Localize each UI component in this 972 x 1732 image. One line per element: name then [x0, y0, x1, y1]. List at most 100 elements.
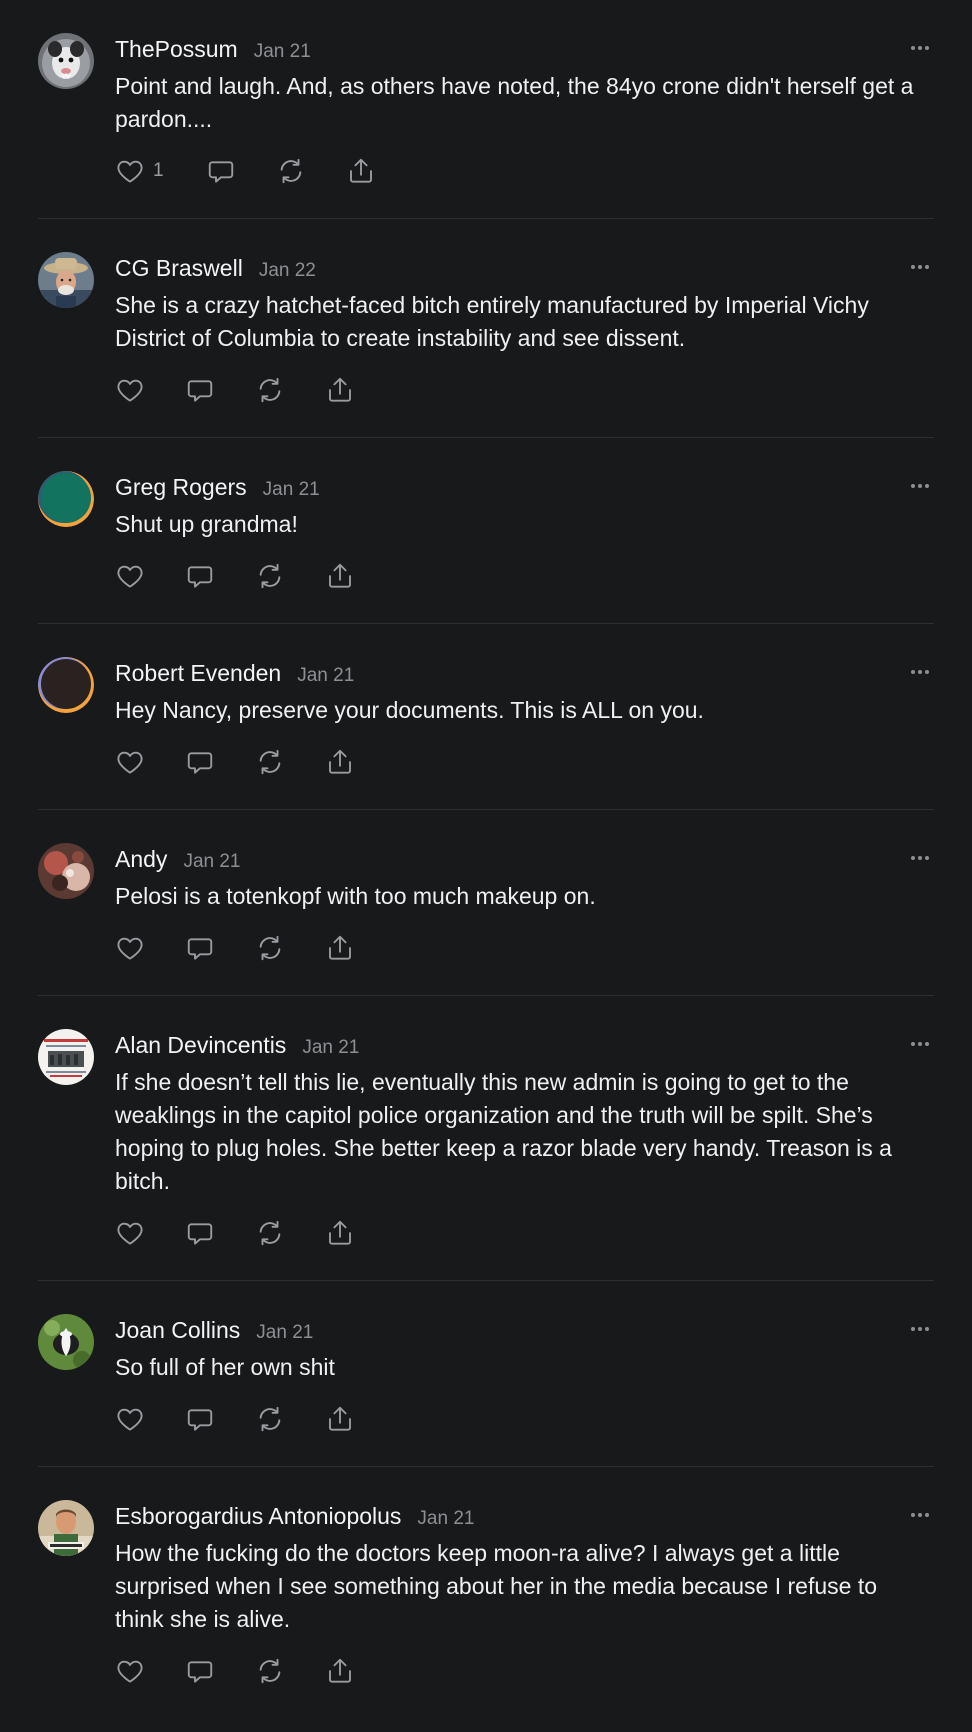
comment-actions — [115, 931, 934, 965]
share-button[interactable] — [325, 1218, 355, 1248]
meme-avatar-image — [38, 1029, 94, 1085]
share-button[interactable] — [325, 747, 355, 777]
share-button[interactable] — [325, 375, 355, 405]
comment-bubble-icon — [187, 380, 213, 402]
comment-date[interactable]: Jan 21 — [302, 1032, 359, 1064]
author-name[interactable]: Robert Evenden — [115, 657, 281, 689]
avatar[interactable] — [38, 1500, 94, 1556]
more-dots-icon[interactable] — [906, 1500, 934, 1530]
comment-date[interactable]: Jan 22 — [259, 255, 316, 287]
author-name[interactable]: Esborogardius Antoniopolus — [115, 1500, 401, 1532]
restack-icon — [259, 935, 281, 961]
comment: CG Braswell Jan 22 She is a crazy hatche… — [38, 219, 934, 438]
comment-content: Robert Evenden Jan 21 Hey Nancy, preserv… — [115, 657, 934, 779]
reply-button[interactable] — [185, 1404, 215, 1434]
restack-icon — [259, 563, 281, 589]
restack-button[interactable] — [255, 561, 285, 591]
author-name[interactable]: ThePossum — [115, 33, 238, 65]
comment-actions — [115, 1654, 934, 1688]
avatar[interactable] — [38, 1029, 94, 1085]
heart-icon — [117, 937, 143, 960]
share-icon — [349, 158, 372, 183]
heart-icon — [117, 751, 143, 774]
share-icon — [329, 1658, 351, 1683]
comment-content: Joan Collins Jan 21 So full of her own s… — [115, 1314, 934, 1436]
share-icon — [329, 935, 351, 960]
comment-text: Shut up grandma! — [115, 511, 298, 537]
comment: ThePossum Jan 21 Point and laugh. And, a… — [38, 0, 934, 219]
comment-content: ThePossum Jan 21 Point and laugh. And, a… — [115, 33, 934, 188]
comments-feed: ThePossum Jan 21 Point and laugh. And, a… — [38, 0, 934, 1732]
comment-header: Joan Collins Jan 21 — [115, 1314, 934, 1346]
more-dots-icon[interactable] — [906, 843, 934, 873]
share-icon — [329, 749, 351, 774]
share-button[interactable] — [346, 156, 376, 186]
author-name[interactable]: CG Braswell — [115, 252, 243, 284]
avatar[interactable] — [38, 657, 94, 713]
avatar[interactable] — [38, 843, 94, 899]
like-button[interactable] — [115, 1218, 145, 1248]
avatar[interactable] — [38, 252, 94, 308]
reply-button[interactable] — [185, 375, 215, 405]
like-button[interactable] — [115, 933, 145, 963]
reply-button[interactable] — [185, 1656, 215, 1686]
avatar[interactable] — [38, 471, 94, 527]
more-dots-icon[interactable] — [906, 252, 934, 282]
share-button[interactable] — [325, 933, 355, 963]
comment: Alan Devincentis Jan 21 If she doesn’t t… — [38, 996, 934, 1281]
comment-actions: 1 — [115, 154, 934, 188]
comment-date[interactable]: Jan 21 — [263, 474, 320, 506]
comment-date[interactable]: Jan 21 — [183, 846, 240, 878]
comment-header: Esborogardius Antoniopolus Jan 21 — [115, 1500, 934, 1532]
share-button[interactable] — [325, 561, 355, 591]
avatar[interactable] — [38, 33, 94, 89]
author-name[interactable]: Greg Rogers — [115, 471, 247, 503]
restack-button[interactable] — [255, 1404, 285, 1434]
comment-date[interactable]: Jan 21 — [297, 660, 354, 692]
comment-date[interactable]: Jan 21 — [417, 1503, 474, 1535]
like-button[interactable] — [115, 747, 145, 777]
reply-button[interactable] — [185, 561, 215, 591]
like-button[interactable] — [115, 561, 145, 591]
more-dots-icon[interactable] — [906, 471, 934, 501]
like-button[interactable] — [115, 1404, 145, 1434]
restack-button[interactable] — [255, 375, 285, 405]
comment-bubble-icon — [187, 1661, 213, 1683]
reply-button[interactable] — [185, 933, 215, 963]
author-name[interactable]: Andy — [115, 843, 167, 875]
like-count: 1 — [153, 160, 164, 181]
like-button[interactable] — [115, 375, 145, 405]
restack-button[interactable] — [255, 747, 285, 777]
more-dots-icon[interactable] — [906, 33, 934, 63]
restack-button[interactable] — [276, 156, 306, 186]
more-dots-icon[interactable] — [906, 657, 934, 687]
comment: Robert Evenden Jan 21 Hey Nancy, preserv… — [38, 624, 934, 810]
like-button[interactable]: 1 — [115, 156, 164, 186]
restack-button[interactable] — [255, 1218, 285, 1248]
comment-text: How the fucking do the doctors keep moon… — [115, 1540, 878, 1632]
reply-button[interactable] — [185, 747, 215, 777]
author-name[interactable]: Alan Devincentis — [115, 1029, 286, 1061]
reply-button[interactable] — [206, 156, 236, 186]
comment-content: CG Braswell Jan 22 She is a crazy hatche… — [115, 252, 934, 407]
green-orb-avatar-image — [38, 471, 94, 527]
comment-header: ThePossum Jan 21 — [115, 33, 934, 65]
comment-date[interactable]: Jan 21 — [254, 36, 311, 68]
comment-date[interactable]: Jan 21 — [256, 1317, 313, 1349]
like-button[interactable] — [115, 1656, 145, 1686]
share-button[interactable] — [325, 1656, 355, 1686]
comment-actions — [115, 745, 934, 779]
more-dots-icon[interactable] — [906, 1314, 934, 1344]
dark-orb-avatar-image — [38, 657, 94, 713]
restack-button[interactable] — [255, 933, 285, 963]
reply-button[interactable] — [185, 1218, 215, 1248]
restack-button[interactable] — [255, 1656, 285, 1686]
more-dots-icon[interactable] — [906, 1029, 934, 1059]
share-button[interactable] — [325, 1404, 355, 1434]
share-icon — [329, 1406, 351, 1431]
avatar[interactable] — [38, 1314, 94, 1370]
man-avatar-image — [38, 1500, 94, 1556]
heart-icon — [117, 1408, 143, 1431]
author-name[interactable]: Joan Collins — [115, 1314, 240, 1346]
comment-text: If she doesn’t tell this lie, eventually… — [115, 1069, 892, 1194]
